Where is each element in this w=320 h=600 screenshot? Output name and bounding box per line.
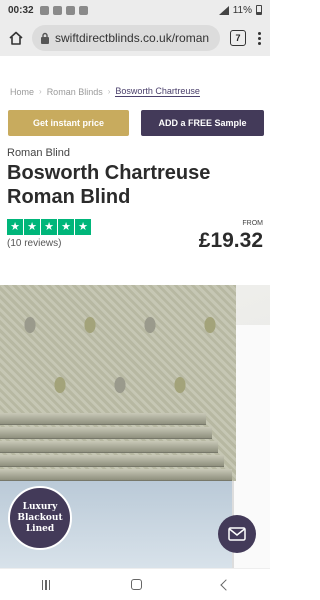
browser-toolbar: swiftdirectblinds.co.uk/roman 7 bbox=[0, 20, 270, 56]
product-title: Bosworth Chartreuse Roman Blind bbox=[7, 162, 211, 208]
breadcrumb: Home › Roman Blinds › Bosworth Chartreus… bbox=[10, 86, 200, 97]
recents-icon[interactable] bbox=[40, 579, 52, 590]
star-icon: ★ bbox=[41, 219, 57, 235]
star-icon: ★ bbox=[7, 219, 23, 235]
breadcrumb-separator: › bbox=[39, 87, 42, 96]
breadcrumb-roman-blinds[interactable]: Roman Blinds bbox=[47, 87, 103, 97]
price-from-label: FROM bbox=[242, 220, 263, 227]
blind-fold bbox=[0, 427, 212, 439]
notification-icon bbox=[52, 5, 62, 15]
breadcrumb-separator: › bbox=[107, 87, 111, 96]
breadcrumb-home[interactable]: Home bbox=[10, 87, 34, 97]
more-vert-icon[interactable] bbox=[258, 31, 262, 45]
star-icon: ★ bbox=[75, 219, 91, 235]
back-icon[interactable] bbox=[220, 578, 232, 591]
reviews-link[interactable]: (10 reviews) bbox=[7, 238, 61, 249]
blind-fold bbox=[0, 441, 218, 453]
product-price: £19.32 bbox=[198, 229, 263, 252]
lock-icon bbox=[41, 32, 49, 44]
status-right: 11% bbox=[218, 4, 262, 16]
battery-percent: 11% bbox=[232, 4, 252, 16]
battery-icon bbox=[256, 5, 262, 15]
notification-icon bbox=[39, 5, 49, 15]
blackout-lined-badge: Luxury Blackout Lined bbox=[8, 486, 72, 550]
badge-line: Lined bbox=[25, 523, 55, 534]
notification-icon bbox=[78, 5, 88, 15]
notification-icon bbox=[65, 5, 75, 15]
get-instant-price-button[interactable]: Get instant price bbox=[8, 110, 129, 136]
notification-icons bbox=[39, 5, 88, 15]
badge-line: Luxury bbox=[22, 501, 58, 512]
url-text: swiftdirectblinds.co.uk/roman bbox=[55, 31, 210, 45]
home-nav-icon[interactable] bbox=[131, 579, 143, 590]
status-bar: 00:32 11% bbox=[0, 0, 270, 20]
tabs-button[interactable]: 7 bbox=[230, 30, 246, 46]
blind-fold bbox=[0, 413, 206, 425]
address-bar[interactable]: swiftdirectblinds.co.uk/roman bbox=[32, 25, 220, 51]
product-category: Roman Blind bbox=[7, 147, 70, 159]
status-time: 00:32 bbox=[8, 4, 34, 16]
blind-fold bbox=[0, 455, 224, 467]
star-icon: ★ bbox=[58, 219, 74, 235]
mail-icon bbox=[228, 527, 246, 541]
contact-button[interactable] bbox=[218, 515, 256, 553]
home-icon[interactable] bbox=[8, 30, 24, 46]
badge-line: Blackout bbox=[17, 512, 63, 523]
system-nav-bar bbox=[0, 568, 270, 600]
rating-stars[interactable]: ★ ★ ★ ★ ★ bbox=[7, 219, 91, 235]
add-free-sample-button[interactable]: ADD a FREE Sample bbox=[141, 110, 264, 136]
signal-icon bbox=[218, 5, 229, 15]
star-icon: ★ bbox=[24, 219, 40, 235]
breadcrumb-current[interactable]: Bosworth Chartreuse bbox=[115, 86, 200, 97]
blind-fold bbox=[0, 469, 232, 481]
